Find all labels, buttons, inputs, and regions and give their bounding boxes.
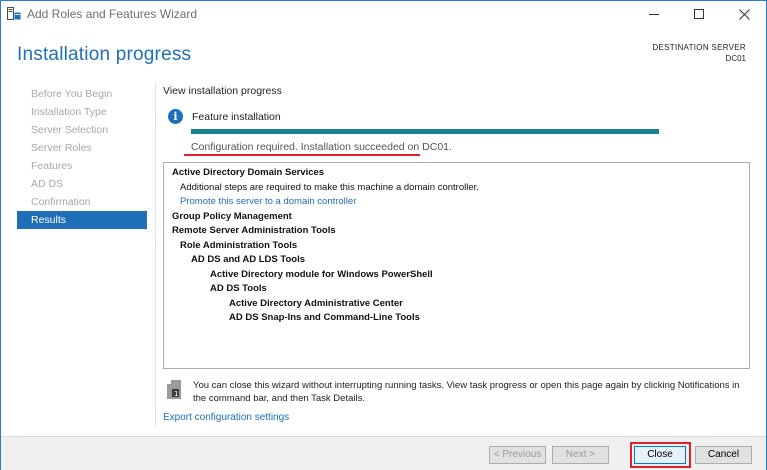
svg-text:1: 1 [174,390,178,398]
result-line: Group Policy Management [172,210,292,222]
page-title: Installation progress [17,44,192,65]
minimize-icon [649,13,659,15]
server-manager-icon [7,7,21,20]
sidebar-item-server-roles: Server Roles [31,142,92,154]
close-button-highlight [630,442,691,468]
result-line: AD DS and AD LDS Tools [191,254,305,265]
installation-progress-bar [191,129,659,134]
maximize-button[interactable] [677,1,721,27]
title-bar[interactable]: Add Roles and Features Wizard [1,1,766,27]
wizard-window: Add Roles and Features Wizard Installati… [0,0,767,470]
close-icon [738,8,750,20]
cancel-button[interactable]: Cancel [695,446,752,464]
result-line: Active Directory module for Windows Powe… [210,268,433,280]
maximize-icon [694,9,704,19]
result-line: Active Directory Domain Services [172,167,325,178]
info-icon: i [168,109,183,124]
export-configuration-link[interactable]: Export configuration settings [163,412,289,423]
feature-installation-label: Feature installation [192,111,281,123]
result-line: Active Directory Administrative Center [229,297,403,309]
section-heading: View installation progress [163,85,282,97]
installation-status-text: Configuration required. Installation suc… [191,141,452,153]
result-line: Role Administration Tools [180,239,298,251]
sidebar-item-features: Features [31,160,73,172]
destination-server-label: DESTINATION SERVER [652,43,746,52]
content-divider [155,83,156,427]
close-window-button[interactable] [722,1,766,27]
wizard-steps-sidebar: Before You Begin Installation Type Serve… [17,85,147,229]
result-line: AD DS Snap-Ins and Command-Line Tools [229,312,420,323]
installation-results-list[interactable]: Active Directory Domain Services Addition… [163,162,750,369]
result-line: AD DS Tools [210,283,267,294]
sidebar-item-before-you-begin: Before You Begin [31,88,113,100]
promote-domain-controller-link[interactable]: Promote this server to a domain controll… [180,196,356,207]
destination-server-value: DC01 [725,54,746,63]
next-button[interactable]: Next > [552,446,609,464]
sidebar-item-server-selection: Server Selection [31,124,109,136]
close-wizard-note: You can close this wizard without interr… [193,380,740,404]
status-highlight-underline [184,154,420,156]
result-line: Remote Server Administration Tools [172,225,336,236]
sidebar-item-results[interactable]: Results [17,211,147,229]
minimize-button[interactable] [632,1,676,27]
sidebar-item-ad-ds: AD DS [31,178,64,190]
notification-flag-icon: 1 [167,380,181,399]
result-line: Additional steps are required to make th… [180,181,479,193]
progress-fill [191,129,659,134]
sidebar-item-confirmation: Confirmation [31,196,91,208]
sidebar-item-installation-type: Installation Type [31,106,107,118]
previous-button[interactable]: < Previous [489,446,546,464]
window-title: Add Roles and Features Wizard [27,7,198,21]
